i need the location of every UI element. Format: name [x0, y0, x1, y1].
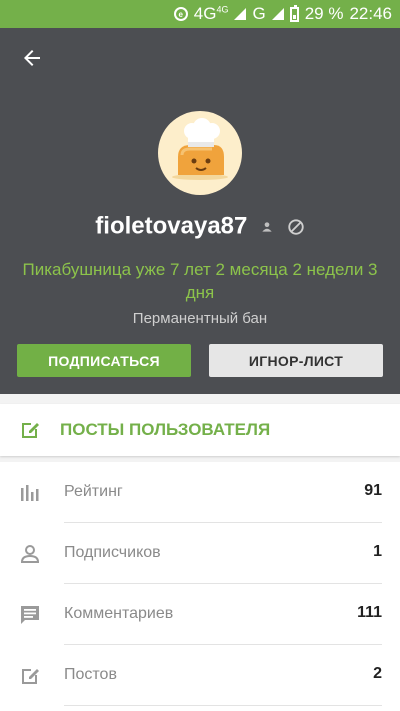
user-posts-link[interactable]: ПОСТЫ ПОЛЬЗОВАТЕЛЯ — [0, 404, 400, 456]
stat-row-rating: Рейтинг 91 — [0, 462, 400, 523]
stat-label: Рейтинг — [64, 483, 123, 500]
ban-status: Перманентный бан — [132, 310, 268, 327]
username: fioletovaya87 — [95, 212, 248, 240]
divider — [64, 705, 382, 706]
signal-icon — [234, 8, 247, 20]
stat-label: Постов — [64, 666, 117, 683]
battery-icon — [289, 4, 299, 22]
stat-row-comments: Комментариев 111 — [0, 584, 400, 645]
back-arrow-icon[interactable] — [20, 46, 44, 70]
stat-value: 1 — [373, 543, 382, 560]
person-icon — [20, 545, 40, 563]
ban-icon — [288, 218, 304, 235]
stat-row-subscribers: Подписчиков 1 — [0, 523, 400, 584]
person-small-icon — [262, 221, 272, 232]
stat-row-posts: Постов 2 — [0, 645, 400, 706]
network-4g: 4G4G — [193, 4, 229, 23]
stat-value: 111 — [357, 604, 382, 621]
clock: 22:46 — [349, 4, 392, 23]
data-saver-icon: e — [173, 7, 188, 21]
network-g: G — [252, 4, 266, 23]
stat-label: Комментариев — [64, 605, 174, 622]
stat-value: 2 — [373, 665, 382, 682]
comment-icon — [21, 606, 39, 624]
status-bar: e 4G4G G 29 % 22:46 — [0, 0, 400, 28]
subscribe-button[interactable]: ПОДПИСАТЬСЯ — [17, 344, 191, 377]
bar-chart-icon — [21, 485, 39, 501]
ignore-list-button[interactable]: ИГНОР-ЛИСТ — [209, 344, 383, 377]
chef-bread-icon — [172, 118, 228, 180]
stats-list: Рейтинг 91 Подписчиков 1 Комментариев 11… — [0, 462, 400, 711]
battery-percent: 29 % — [304, 4, 344, 23]
edit-icon — [22, 669, 39, 684]
profile-header: fioletovaya87 Пикабушница уже 7 лет 2 ме… — [0, 28, 400, 394]
stat-value: 91 — [364, 482, 382, 499]
tenure-text: Пикабушница уже 7 лет 2 месяца 2 недели … — [22, 260, 378, 302]
signal-icon-2 — [271, 8, 284, 20]
avatar — [158, 111, 242, 195]
user-posts-label: ПОСТЫ ПОЛЬЗОВАТЕЛЯ — [60, 420, 271, 439]
username-row: fioletovaya87 — [0, 212, 400, 241]
stat-label: Подписчиков — [64, 544, 161, 561]
edit-icon — [22, 423, 39, 438]
